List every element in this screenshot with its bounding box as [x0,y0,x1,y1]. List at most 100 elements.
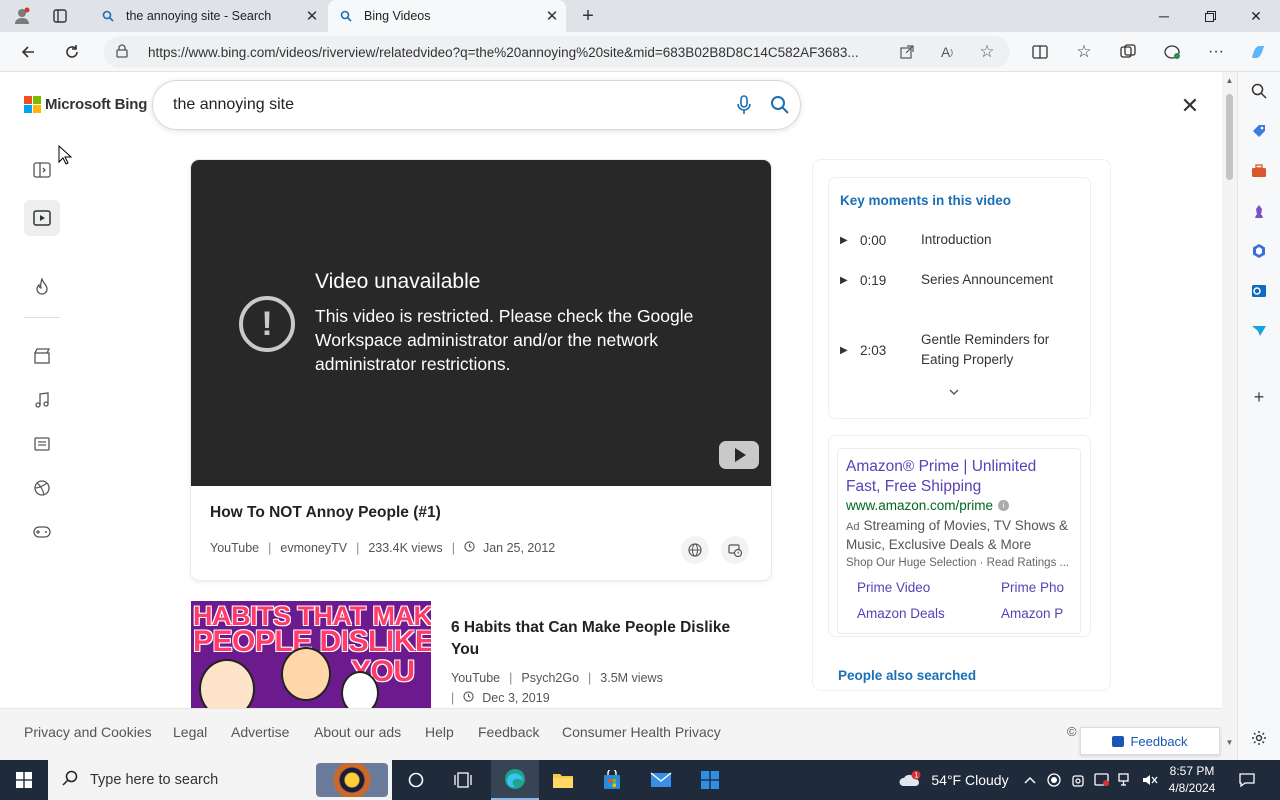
taskbar-clock[interactable]: 8:57 PM 4/8/2024 [1158,763,1226,797]
windows-app-icon[interactable] [687,760,733,800]
refresh-icon[interactable] [56,36,88,68]
search-icon[interactable] [768,93,792,117]
profile-icon[interactable] [8,0,36,32]
edge-taskbar-icon[interactable] [491,760,539,800]
taskbar-search-box[interactable]: Type here to search [48,760,392,800]
video-channel[interactable]: evmoneyTV [280,541,347,555]
browser-essentials-icon[interactable] [1156,36,1188,68]
restore-icon[interactable] [1187,0,1233,32]
ad-title[interactable]: Amazon® Prime | Unlimited Fast, Free Shi… [846,457,1072,497]
favorite-star-icon[interactable]: ☆ [971,36,1003,68]
notifications-icon[interactable] [1232,760,1262,800]
result-channel[interactable]: Psych2Go [521,671,579,685]
key-moment-item[interactable]: ▶ 0:19 Series Announcement [840,270,1080,290]
sidebar-settings-icon[interactable] [1248,727,1270,749]
tray-network-icon[interactable] [1116,760,1136,800]
close-video-overlay-icon[interactable]: ✕ [1176,92,1204,120]
tab-close-icon[interactable]: ✕ [298,7,326,25]
sidebar-search-icon[interactable] [1248,80,1270,102]
read-aloud-icon[interactable]: A) [931,36,963,68]
weather-cloud-icon[interactable]: 1 [896,760,924,800]
footer-link[interactable]: Privacy and Cookies [24,724,152,740]
footer-link[interactable]: Advertise [231,724,289,740]
tray-volume-muted-icon[interactable] [1140,760,1160,800]
url-text[interactable]: https://www.bing.com/videos/riverview/re… [148,45,888,60]
file-explorer-icon[interactable] [540,760,586,800]
scroll-up-arrow-icon[interactable]: ▲ [1224,76,1235,85]
outlook-icon[interactable] [1248,280,1270,302]
sports-ball-icon[interactable] [24,470,60,506]
video-title[interactable]: How To NOT Annoy People (#1) [210,504,441,522]
microsoft-store-icon[interactable] [589,760,635,800]
youtube-play-icon[interactable] [719,441,759,469]
more-options-icon[interactable]: ··· [1200,36,1232,68]
videos-icon[interactable] [24,200,60,236]
footer-link[interactable]: Legal [173,724,207,740]
tray-overflow-chevron-icon[interactable] [1020,760,1040,800]
ad-url[interactable]: www.amazon.com/prime i [846,498,1072,513]
feedback-button[interactable]: Feedback [1080,727,1220,755]
drop-send-icon[interactable] [1248,320,1270,342]
result-meta: YouTube | Psych2Go | 3.5M views [451,671,663,685]
page-scrollbar[interactable]: ▲ ▼ [1222,72,1237,760]
minimize-icon[interactable]: ─ [1141,0,1187,32]
open-in-app-icon[interactable] [891,36,923,68]
close-window-icon[interactable]: ✕ [1233,0,1279,32]
footer-link[interactable]: Help [425,724,454,740]
tray-security-icon[interactable] [1092,760,1112,800]
task-view-icon[interactable] [443,760,483,800]
movies-clapper-icon[interactable] [24,338,60,374]
tab-close-icon[interactable]: ✕ [538,7,566,25]
copilot-icon[interactable] [1242,36,1274,68]
cortana-circle-icon[interactable] [396,760,436,800]
tools-briefcase-icon[interactable] [1248,160,1270,182]
chevron-down-icon[interactable] [949,384,959,398]
watch-later-icon[interactable] [721,536,749,564]
footer-link[interactable]: About our ads [314,724,401,740]
search-input[interactable] [173,96,713,114]
video-player[interactable]: ! Video unavailable This video is restri… [191,160,771,486]
search-highlight-image[interactable] [316,763,388,797]
lock-icon[interactable] [116,43,136,61]
tab-bing-videos[interactable]: Bing Videos ✕ [328,0,566,32]
result-thumbnail[interactable]: HABITS THAT MAKE PEOPLE DISLIKE YOU [191,601,431,708]
result-title[interactable]: 6 Habits that Can Make People Dislike Yo… [451,617,751,661]
music-note-icon[interactable] [24,382,60,418]
news-icon[interactable] [24,426,60,462]
ad-sitelink[interactable]: Prime Video [857,580,930,595]
add-sidebar-app-icon[interactable]: + [1248,386,1270,408]
bing-logo[interactable]: Microsoft Bing [24,96,147,113]
gaming-controller-icon[interactable] [24,514,60,550]
microsoft365-icon[interactable] [1248,240,1270,262]
ad-sitelink[interactable]: Prime Pho [1001,580,1064,595]
collapse-panel-icon[interactable] [24,152,60,188]
mail-icon[interactable] [638,760,684,800]
microphone-icon[interactable] [732,93,756,117]
favorites-icon[interactable]: ☆ [1068,36,1100,68]
tab-search[interactable]: the annoying site - Search ✕ [90,0,326,32]
shopping-tag-icon[interactable] [1248,120,1270,142]
weather-widget[interactable]: 54°F Cloudy [928,760,1012,800]
scrollbar-thumb[interactable] [1226,94,1233,180]
split-screen-icon[interactable] [1024,36,1056,68]
tray-camera-icon[interactable] [1068,760,1088,800]
globe-icon[interactable] [681,536,709,564]
key-moment-item[interactable]: ▶ 0:00 Introduction [840,230,1080,250]
address-bar[interactable]: https://www.bing.com/videos/riverview/re… [104,36,1010,68]
trending-flame-icon[interactable] [24,269,60,305]
ad-sitelink[interactable]: Amazon Deals [857,606,945,621]
footer-link[interactable]: Consumer Health Privacy [562,724,721,740]
windows-start-icon[interactable] [0,760,48,800]
info-icon[interactable]: i [998,500,1010,511]
scroll-down-arrow-icon[interactable]: ▼ [1224,738,1235,747]
back-icon[interactable] [12,36,44,68]
collections-icon[interactable] [1112,36,1144,68]
key-moment-item[interactable]: ▶ 2:03 Gentle Reminders for Eating Prope… [840,330,1080,370]
footer-link[interactable]: Feedback [478,724,539,740]
new-tab-button[interactable]: + [574,0,602,32]
ad-sitelink[interactable]: Amazon P [1001,606,1063,621]
tab-actions-icon[interactable] [46,0,74,32]
search-box[interactable] [152,80,801,130]
tray-record-icon[interactable] [1044,760,1064,800]
games-chess-icon[interactable] [1248,200,1270,222]
